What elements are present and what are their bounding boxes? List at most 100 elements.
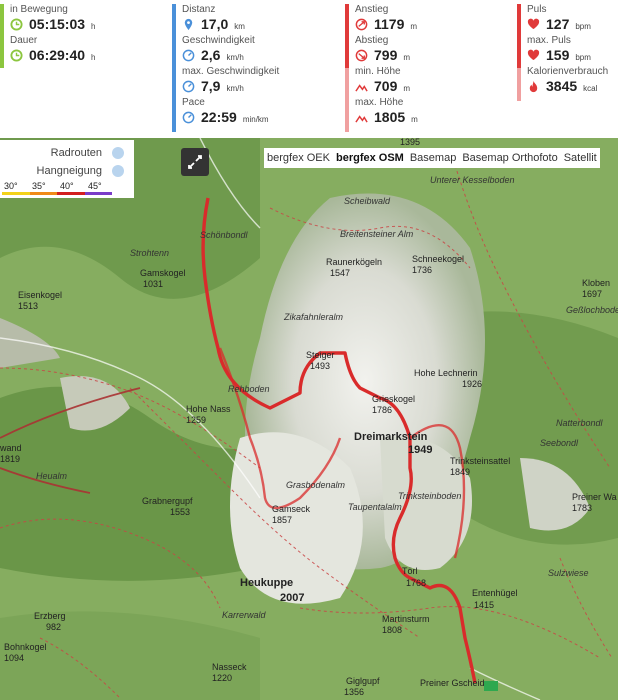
label-dreimarkstein-height: 1949 [408,444,433,456]
flame-icon [529,80,538,93]
label-gamseck-height: 1857 [272,515,293,525]
label-scheibwald: Scheibwald [344,196,391,206]
stat-label: Pace [182,97,205,108]
label-schneekogel-height: 1736 [412,265,433,275]
label-toerl-height: 1768 [406,578,427,588]
slope-degree-scale: 30° 35° 40° 45° [4,181,116,191]
stat-pulse: Puls 127 bpm [517,4,617,35]
stat-unit: m [403,53,411,62]
label-heukuppe: Heukuppe [240,577,294,589]
label-kloben: Kloben [582,278,611,288]
label-grabnergupf-height: 1553 [170,507,191,517]
stat-value: 2,6 [201,47,221,63]
label-heualm: Heualm [36,471,68,481]
stat-unit: kcal [583,84,598,93]
stat-ascent: Anstieg 1179 m [345,4,515,35]
label-unterer-kesselboden: Unterer Kesselboden [430,175,515,185]
speedometer-icon [182,111,195,124]
stat-value: 7,9 [201,78,221,94]
stat-unit: h [91,53,96,62]
layer-tab-basemap[interactable]: Basemap [407,152,459,164]
label-hohe-nass-height: 1259 [186,415,207,425]
label-preiner-wand: Preiner Wa [572,492,617,502]
legend-hangneigung-label: Hangneigung [36,165,102,177]
label-gamskogel-height: 1031 [143,279,164,289]
label-wand-height: 1819 [0,454,21,464]
stat-label: Puls [527,4,547,15]
toggle-dot-icon[interactable] [112,165,124,177]
heart-icon [527,18,540,30]
stat-max-speed: max. Geschwindigkeit 7,9 km/h [172,66,342,97]
label-karrerwald: Karrerwald [222,610,266,620]
label-zikafahnleralm: Zikafahnleralm [284,312,344,322]
map-terrain [0,138,618,700]
label-raunerkoegeln-height: 1547 [330,268,351,278]
label-steiger-height: 1493 [310,361,331,371]
label-breitensteiner: Breitensteiner Alm [340,229,414,239]
label-eisenkogel: Eisenkogel [18,290,63,300]
label-giglgupf: Giglgupf [346,676,380,686]
stat-speed: Geschwindigkeit 2,6 km/h [172,35,342,66]
expand-icon [188,155,202,169]
stat-moving-time: in Bewegung 05:15:03 h [0,4,160,35]
label-trinksteinsattel-height: 1849 [450,467,471,477]
fullscreen-button[interactable] [181,148,209,176]
heart-icon [527,49,540,61]
stat-max-pulse: max. Puls 159 bpm [517,35,617,66]
layer-tab-bergfex-osm[interactable]: bergfex OSM [333,152,407,164]
label-nasseck-height: 1220 [212,673,233,683]
ascent-icon [355,18,368,31]
clock-icon [10,49,23,62]
label-taupentalalm: Taupentalalm [348,502,402,512]
elevation-stats: Anstieg 1179 m Abstieg 799 m min. Höhe 7… [345,4,515,132]
stat-value: 1805 [374,109,406,125]
label-hohe-nass: Hohe Nass [186,404,231,414]
label-eisenkogel-height: 1513 [18,301,39,311]
label-grabnergupf: Grabnergupf [142,496,193,506]
stat-unit: km [234,22,245,31]
time-stats: in Bewegung 05:15:03 h Dauer 06:29:40 h [0,4,160,132]
stat-descent: Abstieg 799 m [345,35,515,66]
speedometer-icon [182,80,195,93]
topo-map[interactable]: Schönbondl Strohtenn Gamskogel 1031 Eise… [0,138,618,700]
layer-tab-basemap-orthofoto[interactable]: Basemap Orthofoto [459,152,560,164]
stat-value: 17,0 [201,16,229,32]
stat-value: 22:59 [201,109,237,125]
stat-value: 127 [546,16,570,32]
layer-tab-bergfex-oek[interactable]: bergfex OEK [264,152,333,164]
stat-unit: min/km [242,115,269,124]
heart-stats: Puls 127 bpm max. Puls 159 bpm Kalorienv… [517,4,617,132]
label-strohtenn: Strohtenn [130,248,170,258]
legend-hangneigung[interactable]: Hangneigung [37,165,124,177]
legend-radrouten-label: Radrouten [50,147,102,159]
degree-label: 35° [32,181,46,191]
stat-value: 06:29:40 [29,47,86,63]
stat-value: 3845 [546,78,578,94]
toggle-dot-icon[interactable] [112,147,124,159]
stat-calories: Kalorienverbrauch 3845 kcal [517,66,617,97]
stat-unit: bpm [575,53,591,62]
degree-label: 30° [4,181,18,191]
label-erzberg: Erzberg [34,611,66,621]
label-toerl: Törl [402,566,418,576]
legend-radrouten[interactable]: Radrouten [51,147,124,159]
label-raunerkoegeln: Raunerkögeln [326,257,383,267]
stat-label: min. Höhe [355,66,401,77]
label-rehboden: Rehboden [228,384,270,394]
stat-label: Anstieg [355,4,389,15]
stat-unit: m [410,22,418,31]
label-trinksteinsattel: Trinksteinsattel [450,456,511,466]
stat-value: 799 [374,47,398,63]
stat-unit: h [91,22,96,31]
label-grieskogel: Grieskogel [372,394,416,404]
speedometer-icon [182,49,195,62]
degree-label: 45° [88,181,102,191]
label-seebondl: Seebondl [540,438,579,448]
layer-tab-satellit[interactable]: Satellit [561,152,600,164]
route-pin-icon [184,18,193,31]
stat-unit: km/h [226,84,244,93]
descent-icon [355,49,368,62]
stat-distance: Distanz 17,0 km [172,4,342,35]
mountain-icon [355,84,368,92]
label-preiner-wand-height: 1783 [572,503,593,513]
